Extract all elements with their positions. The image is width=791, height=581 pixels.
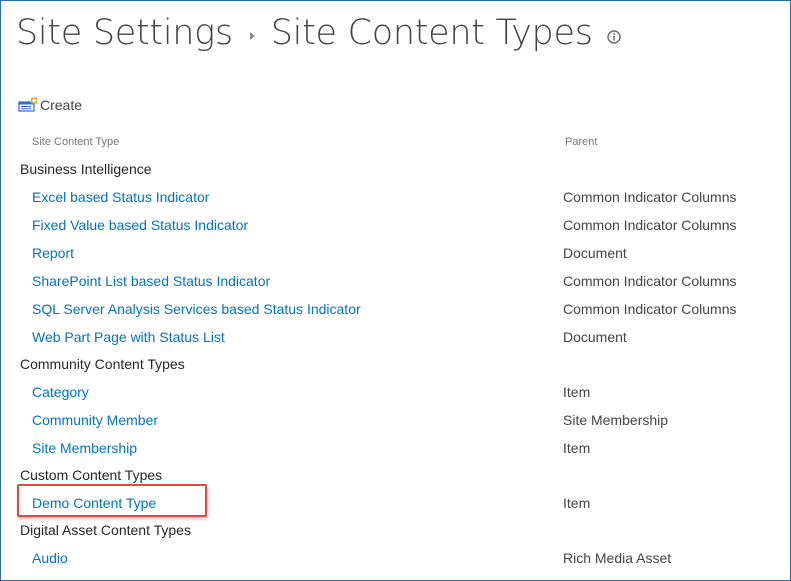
table-row: SQL Server Analysis Services based Statu… [0, 299, 789, 323]
parent-cell: Item [563, 495, 591, 511]
group-name: Community Content Types [20, 356, 185, 372]
content-type-link-demo[interactable]: Demo Content Type [32, 495, 156, 511]
breadcrumb-separator-icon [249, 32, 255, 40]
table-row: Audio Rich Media Asset [0, 548, 789, 572]
table-row: Site Membership Item [0, 438, 789, 462]
table-row: Community Member Site Membership [0, 410, 789, 434]
column-header-site-content-type[interactable]: Site Content Type [32, 136, 119, 148]
parent-cell: Item [563, 384, 591, 400]
parent-cell: Common Indicator Columns [563, 301, 737, 317]
breadcrumb-current-page: Site Content Types [270, 13, 593, 53]
table-row: Web Part Page with Status List Document [0, 327, 789, 351]
group-header-row: Custom Content Types [0, 465, 789, 489]
content-type-link[interactable]: Web Part Page with Status List [32, 329, 225, 345]
page-title: Site Settings Site Content Types [16, 6, 621, 60]
group-name: Digital Asset Content Types [20, 522, 191, 538]
parent-cell: Item [563, 440, 591, 456]
group-header-row: Digital Asset Content Types [0, 520, 789, 544]
table-row: Demo Content Type Item [0, 493, 789, 517]
group-name: Custom Content Types [20, 467, 163, 483]
content-type-link[interactable]: Report [32, 245, 74, 261]
parent-cell: Common Indicator Columns [563, 189, 737, 205]
info-icon[interactable] [606, 30, 621, 44]
table-row: Excel based Status Indicator Common Indi… [0, 187, 789, 211]
content-type-link[interactable]: Audio [32, 550, 68, 566]
group-name: Business Intelligence [20, 161, 152, 177]
breadcrumb-site-settings[interactable]: Site Settings [16, 6, 233, 60]
content-type-link[interactable]: Category [32, 384, 89, 400]
parent-cell: Common Indicator Columns [563, 273, 737, 289]
table-row: SharePoint List based Status Indicator C… [0, 271, 789, 295]
parent-cell: Site Membership [563, 412, 669, 428]
parent-cell: Document [563, 329, 627, 345]
table-row: Fixed Value based Status Indicator Commo… [0, 215, 789, 239]
content-type-link[interactable]: Excel based Status Indicator [32, 189, 209, 205]
create-label: Create [40, 97, 83, 113]
content-type-link[interactable]: SQL Server Analysis Services based Statu… [32, 301, 361, 317]
create-button[interactable]: Create [18, 95, 82, 115]
content-type-link[interactable]: Community Member [32, 412, 158, 428]
content-type-link[interactable]: SharePoint List based Status Indicator [32, 273, 270, 289]
content-type-link[interactable]: Site Membership [32, 440, 137, 456]
table-row: Report Document [0, 243, 789, 267]
new-content-type-icon [18, 97, 37, 112]
parent-cell: Rich Media Asset [563, 550, 672, 566]
parent-cell: Document [563, 245, 627, 261]
table-row: Category Item [0, 382, 789, 406]
group-header-row: Community Content Types [0, 354, 789, 378]
parent-cell: Common Indicator Columns [563, 217, 737, 233]
content-type-link[interactable]: Fixed Value based Status Indicator [32, 217, 248, 233]
group-header-row: Business Intelligence [0, 159, 789, 183]
column-header-parent[interactable]: Parent [565, 136, 597, 148]
